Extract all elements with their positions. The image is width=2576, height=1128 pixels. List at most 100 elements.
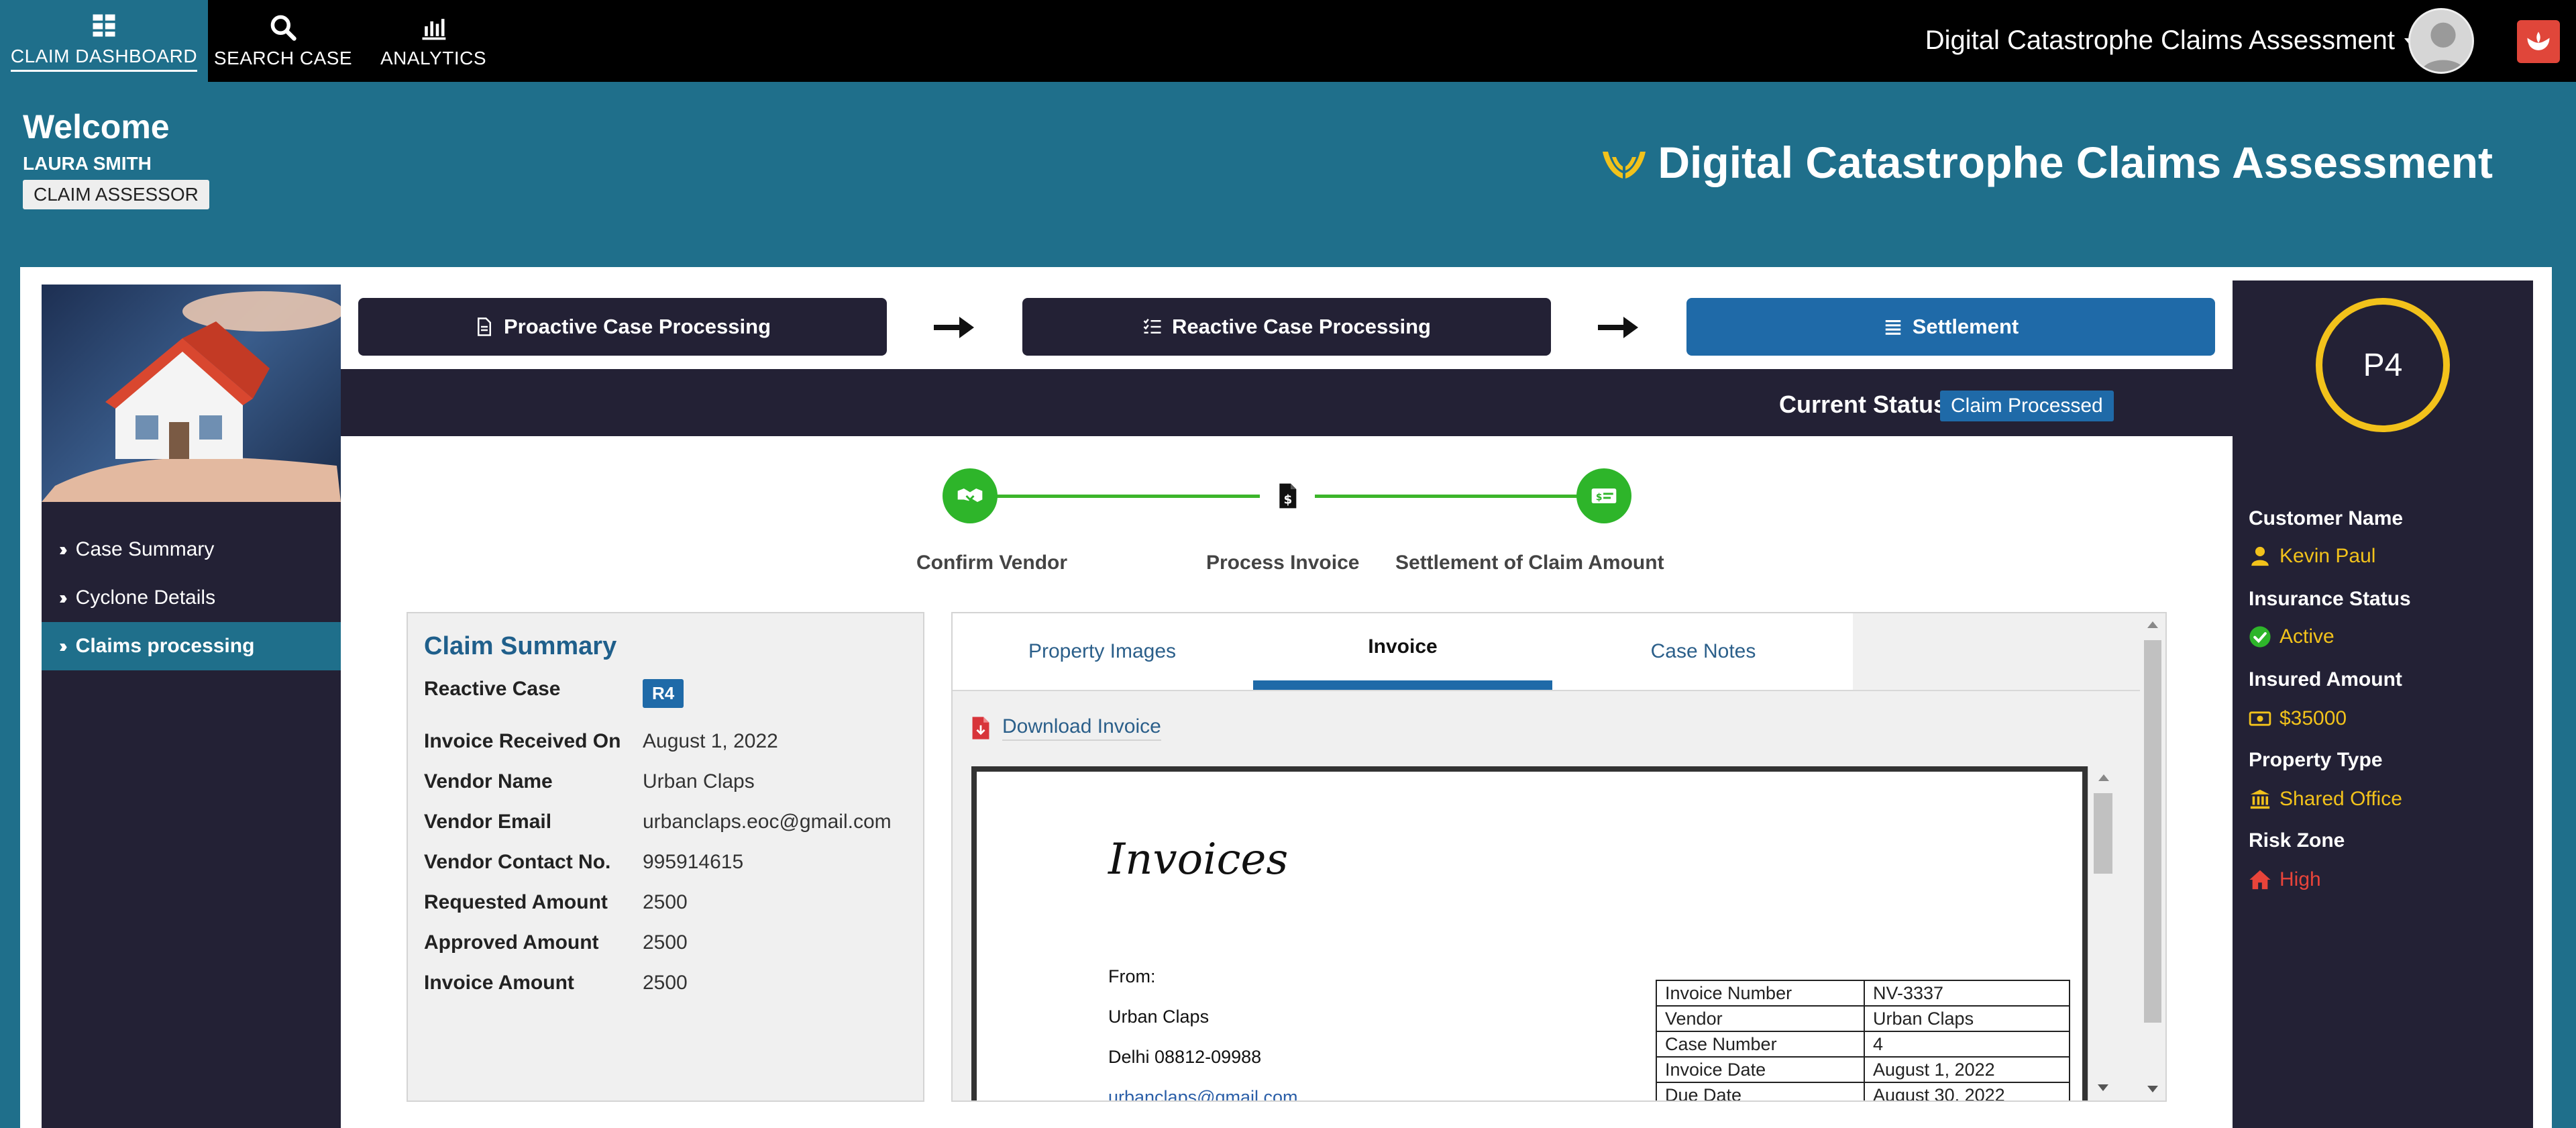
search-icon <box>270 15 297 41</box>
app-switcher-label: Digital Catastrophe Claims Assessment <box>1925 25 2395 55</box>
arrow-right-icon <box>934 317 974 338</box>
customer-name-value: Kevin Paul <box>2249 545 2375 568</box>
summary-value: Urban Claps <box>643 770 755 792</box>
home-icon <box>2249 870 2271 890</box>
table-value: August 1, 2022 <box>1864 1056 2070 1083</box>
bank-building-icon <box>2250 789 2270 809</box>
tracker-label-settlement: Settlement of Claim Amount <box>1395 552 1664 574</box>
tracker-node-process-invoice: $ <box>1260 468 1315 523</box>
table-value: Urban Claps <box>1864 1005 2070 1032</box>
summary-value: 995914615 <box>643 851 744 873</box>
dashboard-icon <box>93 14 115 36</box>
download-invoice-link[interactable]: Download Invoice <box>971 715 1161 741</box>
nav-analytics[interactable]: ANALYTICS <box>358 0 508 82</box>
money-check-icon: $ <box>1591 489 1617 503</box>
customer-name-label: Customer Name <box>2249 507 2404 529</box>
insurance-status-label: Insurance Status <box>2249 588 2411 610</box>
summary-key: Invoice Received On <box>424 730 621 752</box>
step-proactive-case-processing[interactable]: Proactive Case Processing <box>358 298 887 356</box>
hands-logo-icon <box>1603 152 1646 178</box>
welcome-heading: Welcome <box>23 108 170 146</box>
scroll-up-icon[interactable] <box>2098 774 2109 781</box>
tab-property-images[interactable]: Property Images <box>953 613 1252 690</box>
risk-zone-text: High <box>2279 868 2321 890</box>
scrollbar-thumb[interactable] <box>2144 640 2161 1023</box>
scroll-down-zone[interactable] <box>2088 1074 2118 1100</box>
house-in-hand-image <box>42 285 341 502</box>
reactive-case-label: Reactive Case <box>424 678 561 700</box>
double-chevron-right-icon: ›› <box>59 635 67 656</box>
sidebar-item-label: Case Summary <box>75 538 215 560</box>
panel-bottom-mask <box>951 1100 2167 1128</box>
insured-amount-label: Insured Amount <box>2249 668 2402 690</box>
insurance-status-text: Active <box>2279 625 2334 648</box>
table-value: NV-3337 <box>1864 980 2070 1007</box>
check-circle-icon <box>2249 626 2271 648</box>
table-value: 4 <box>1864 1031 2070 1058</box>
scroll-down-icon[interactable] <box>2098 1084 2108 1091</box>
arrow-right-icon <box>1598 317 1638 338</box>
tracker-connector <box>1315 495 1578 498</box>
house-illustration <box>42 291 341 502</box>
money-bill-icon <box>2249 711 2271 726</box>
step-reactive-case-processing[interactable]: Reactive Case Processing <box>1022 298 1551 356</box>
bar-chart-icon <box>422 19 446 40</box>
table-row: Invoice Number NV-3337 <box>1656 980 2070 1007</box>
svg-text:$: $ <box>1596 492 1603 503</box>
insurance-status-value: Active <box>2249 625 2334 648</box>
nav-search-case[interactable]: SEARCH CASE <box>208 0 358 82</box>
role-badge: CLAIM ASSESSOR <box>23 180 209 209</box>
scroll-up-icon[interactable] <box>2147 621 2158 628</box>
invoice-dollar-icon: $ <box>1279 483 1297 509</box>
step-label: Settlement <box>1912 315 2019 338</box>
invoice-from-email[interactable]: urbanclaps@gmail.com <box>1108 1087 1298 1102</box>
table-key: Case Number <box>1656 1031 1865 1058</box>
user-avatar-icon <box>2410 10 2472 72</box>
double-chevron-right-icon: ›› <box>59 587 67 608</box>
step-label: Proactive Case Processing <box>503 315 771 338</box>
invoice-from-phone: Delhi 08812-09988 <box>1108 1047 1262 1067</box>
summary-value: 2500 <box>643 931 688 954</box>
app-switcher-dropdown[interactable]: Digital Catastrophe Claims Assessment <box>1925 25 2416 56</box>
sidebar-item-case-summary[interactable]: ›› Case Summary <box>42 525 341 574</box>
sidebar-item-label: Cyclone Details <box>75 586 216 609</box>
table-key: Invoice Number <box>1656 980 1865 1007</box>
customer-name-text: Kevin Paul <box>2279 545 2376 567</box>
scroll-down-icon[interactable] <box>2147 1086 2158 1092</box>
tab-case-notes[interactable]: Case Notes <box>1554 613 1853 690</box>
sidebar-item-claims-processing[interactable]: ›› Claims processing <box>42 622 341 670</box>
double-chevron-right-icon: ›› <box>59 539 67 560</box>
sidebar-item-cyclone-details[interactable]: ›› Cyclone Details <box>42 574 341 622</box>
company-logo[interactable] <box>2517 20 2560 63</box>
panel-bottom-border <box>951 1100 2167 1102</box>
reactive-case-badge: R4 <box>643 679 684 708</box>
panel-scrollbar[interactable] <box>2140 613 2165 1100</box>
invoice-from-label: From: <box>1108 966 1156 986</box>
user-name: LAURA SMITH <box>23 153 152 174</box>
insured-amount-text: $35000 <box>2279 707 2347 729</box>
top-navbar: CLAIM DASHBOARD SEARCH CASE ANALYTICS Di… <box>0 0 2576 82</box>
summary-value: urbanclaps.eoc@gmail.com <box>643 811 892 833</box>
list-icon <box>1885 320 1900 335</box>
nav-label: SEARCH CASE <box>213 48 353 68</box>
invoice-details-table: Invoice Number NV-3337 Vendor Urban Claps … <box>1656 980 2070 1109</box>
app-title: Digital Catastrophe Claims Assessment <box>1600 137 2493 188</box>
property-type-value: Shared Office <box>2249 788 2402 811</box>
summary-key: Requested Amount <box>424 891 608 913</box>
tracker-label-confirm-vendor: Confirm Vendor <box>916 552 1068 574</box>
scrollbar-thumb[interactable] <box>2094 793 2112 874</box>
avatar[interactable] <box>2408 8 2474 74</box>
invoice-scrollbar[interactable] <box>2088 766 2118 1100</box>
invoice-title: Invoices <box>1108 835 1289 884</box>
step-settlement[interactable]: Settlement <box>1686 298 2215 356</box>
tab-invoice[interactable]: Invoice <box>1253 613 1552 690</box>
summary-value: 2500 <box>643 891 688 913</box>
priority-badge: P4 <box>2316 298 2450 432</box>
download-invoice-text: Download Invoice <box>1002 715 1161 741</box>
nav-claim-dashboard[interactable]: CLAIM DASHBOARD <box>0 0 208 82</box>
summary-key: Vendor Contact No. <box>424 851 611 873</box>
table-key: Invoice Date <box>1656 1056 1865 1083</box>
lotus-hands-icon <box>2527 32 2550 50</box>
summary-key: Approved Amount <box>424 931 599 954</box>
tracker-label-process-invoice: Process Invoice <box>1206 552 1360 574</box>
